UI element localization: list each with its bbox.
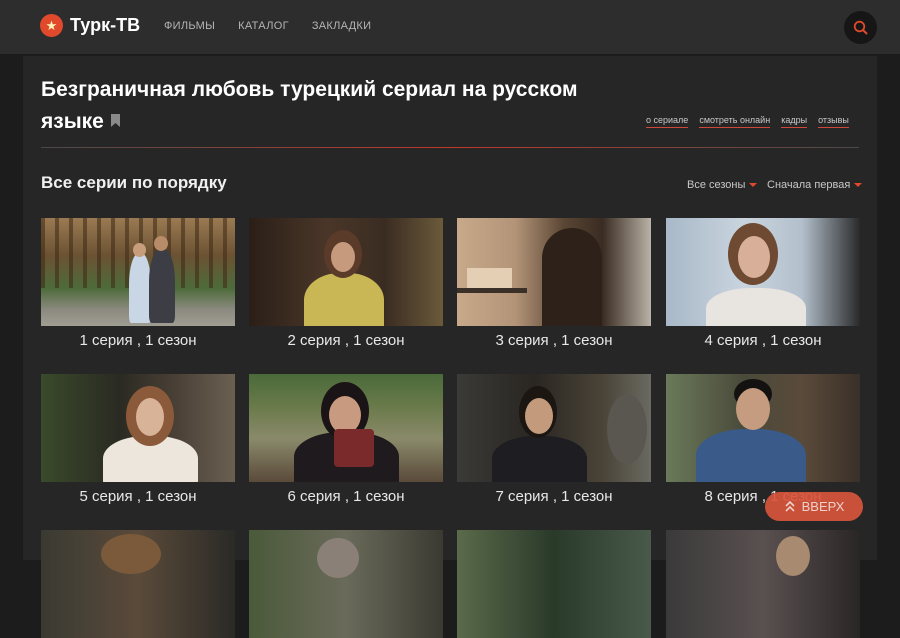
nav-films[interactable]: ФИЛЬМЫ	[164, 20, 215, 32]
scroll-top-button[interactable]: ВВЕРХ	[765, 492, 863, 521]
tab-watch-online[interactable]: смотреть онлайн	[699, 115, 771, 128]
season-filter-label: Все сезоны	[687, 179, 746, 191]
episode-label: 4 серия , 1 сезон	[704, 332, 822, 349]
episode-thumbnail	[249, 218, 443, 326]
page-title-text: Безграничная любовь турецкий сериал на р…	[41, 78, 578, 133]
episode-thumbnail	[41, 218, 235, 326]
episode-card[interactable]: 1 серия , 1 сезон	[41, 218, 235, 349]
order-filter[interactable]: Сначала первая	[767, 179, 863, 191]
episode-card[interactable]	[249, 530, 443, 638]
episode-thumbnail	[666, 374, 860, 482]
bookmark-icon[interactable]	[110, 113, 121, 128]
caret-down-icon	[749, 183, 758, 187]
episode-card[interactable]	[41, 530, 235, 638]
site-logo[interactable]: ★ Турк-ТВ	[40, 14, 140, 37]
episode-card[interactable]: 8 серия , 1 сезон	[666, 374, 860, 505]
episode-thumbnail	[457, 218, 651, 326]
episode-card[interactable]: 5 серия , 1 сезон	[41, 374, 235, 505]
episode-card[interactable]: 7 серия , 1 сезон	[457, 374, 651, 505]
episode-card[interactable]: 4 серия , 1 сезон	[666, 218, 860, 349]
episode-label: 5 серия , 1 сезон	[79, 488, 197, 505]
nav-catalog[interactable]: КАТАЛОГ	[238, 20, 289, 32]
episode-label: 7 серия , 1 сезон	[495, 488, 613, 505]
episode-thumbnail	[457, 374, 651, 482]
tab-frames[interactable]: кадры	[781, 115, 808, 128]
episode-card[interactable]: 6 серия , 1 сезон	[249, 374, 443, 505]
scroll-top-label: ВВЕРХ	[801, 499, 845, 514]
episode-thumbnail	[666, 530, 860, 638]
tab-about[interactable]: о сериале	[646, 115, 689, 128]
main-nav: ФИЛЬМЫ КАТАЛОГ ЗАКЛАДКИ	[164, 20, 371, 32]
double-chevron-up-icon	[785, 500, 795, 512]
order-filter-label: Сначала первая	[767, 179, 851, 191]
episode-thumbnail	[41, 374, 235, 482]
site-header: ★ Турк-ТВ ФИЛЬМЫ КАТАЛОГ ЗАКЛАДКИ	[0, 0, 900, 55]
section-title: Все серии по порядку	[41, 173, 227, 192]
episode-label: 3 серия , 1 сезон	[495, 332, 613, 349]
search-icon	[853, 20, 868, 35]
page-title: Безграничная любовь турецкий сериал на р…	[41, 74, 631, 138]
logo-text: Турк-ТВ	[70, 15, 141, 35]
episode-thumbnail	[249, 530, 443, 638]
episode-card[interactable]: 3 серия , 1 сезон	[457, 218, 651, 349]
episode-label: 6 серия , 1 сезон	[287, 488, 405, 505]
episode-thumbnail	[41, 530, 235, 638]
tab-reviews[interactable]: отзывы	[818, 115, 849, 128]
season-filter[interactable]: Все сезоны	[687, 179, 758, 191]
title-divider	[41, 147, 859, 148]
caret-down-icon	[854, 183, 863, 187]
episode-thumbnail	[249, 374, 443, 482]
episode-thumbnail	[457, 530, 651, 638]
episode-label: 1 серия , 1 сезон	[79, 332, 197, 349]
episode-thumbnail	[666, 218, 860, 326]
series-tabs: о сериале смотреть онлайн кадры отзывы	[646, 115, 849, 128]
nav-bookmarks[interactable]: ЗАКЛАДКИ	[312, 20, 371, 32]
episode-card[interactable]: 2 серия , 1 сезон	[249, 218, 443, 349]
episode-card[interactable]	[666, 530, 860, 638]
episode-card[interactable]	[457, 530, 651, 638]
star-icon: ★	[40, 14, 63, 37]
search-button[interactable]	[844, 11, 877, 44]
episode-label: 2 серия , 1 сезон	[287, 332, 405, 349]
